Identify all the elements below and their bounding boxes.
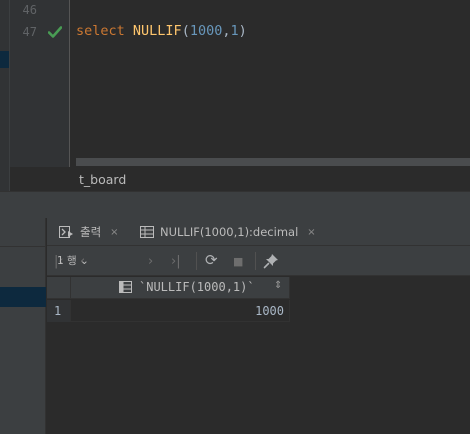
pin-icon[interactable] xyxy=(263,253,279,269)
services-panel-header xyxy=(0,191,470,218)
breadcrumb[interactable]: t_board xyxy=(79,172,126,187)
row-number-label: 1 xyxy=(54,304,62,318)
sql-keyword: select xyxy=(76,23,125,39)
next-page-icon[interactable]: › xyxy=(148,253,153,269)
close-icon[interactable]: × xyxy=(110,227,118,238)
sql-arg-2: 1 xyxy=(230,23,239,39)
close-icon[interactable]: × xyxy=(307,227,315,238)
console-output-icon xyxy=(59,226,73,238)
sql-function: NULLIF xyxy=(132,23,182,39)
left-project-strip xyxy=(0,0,10,191)
stop-icon[interactable]: ■ xyxy=(233,253,243,269)
tree-selected-item[interactable] xyxy=(0,287,46,307)
row-number[interactable]: 1 xyxy=(47,300,71,322)
tab-output-label: 출력 xyxy=(80,225,102,239)
tab-output[interactable]: 출력 × xyxy=(59,218,119,246)
check-icon[interactable] xyxy=(48,26,62,38)
toolbar-separator xyxy=(196,252,197,270)
horizontal-scrollbar-thumb[interactable] xyxy=(76,158,470,166)
cell-value: 1000 xyxy=(255,304,284,318)
column-table-icon xyxy=(119,281,132,293)
gutter-border xyxy=(69,0,70,167)
column-title: `NULLIF(1000,1)` xyxy=(139,280,255,294)
tree-separator xyxy=(0,246,46,247)
table-cell[interactable]: 1000 xyxy=(71,300,290,322)
tab-result-nullif[interactable]: NULLIF(1000,1):decimal × xyxy=(140,218,324,246)
page-size-selector[interactable]: 1 행 ⌄ xyxy=(57,253,89,268)
result-tab-bar: 출력 × NULLIF(1000,1):decimal × xyxy=(47,218,470,246)
last-page-icon[interactable]: ›| xyxy=(171,253,181,269)
table-icon xyxy=(140,226,154,238)
comma: , xyxy=(222,23,231,39)
editor-gutter: 46 47 xyxy=(10,0,70,167)
line-number-46: 46 xyxy=(22,3,37,17)
row-number-header[interactable] xyxy=(47,277,71,299)
services-tree[interactable] xyxy=(0,218,46,434)
paren-close: ) xyxy=(238,23,247,39)
tab-result-label: NULLIF(1000,1):decimal xyxy=(160,225,299,239)
sql-statement[interactable]: select NULLIF(1000,1) xyxy=(76,23,247,39)
line-number-47: 47 xyxy=(22,25,37,39)
refresh-icon[interactable]: ⟳ xyxy=(205,251,218,269)
chevron-down-icon: ⌄ xyxy=(80,255,89,267)
result-toolbar: |‹ ‹ › ›| ⟳ ■ xyxy=(47,246,470,276)
paren-open: ( xyxy=(181,23,190,39)
toolbar-separator xyxy=(255,252,256,270)
sort-icon[interactable]: ⇕ xyxy=(274,280,282,291)
sql-arg-1: 1000 xyxy=(189,23,223,39)
page-size-label: 1 행 xyxy=(57,255,77,267)
